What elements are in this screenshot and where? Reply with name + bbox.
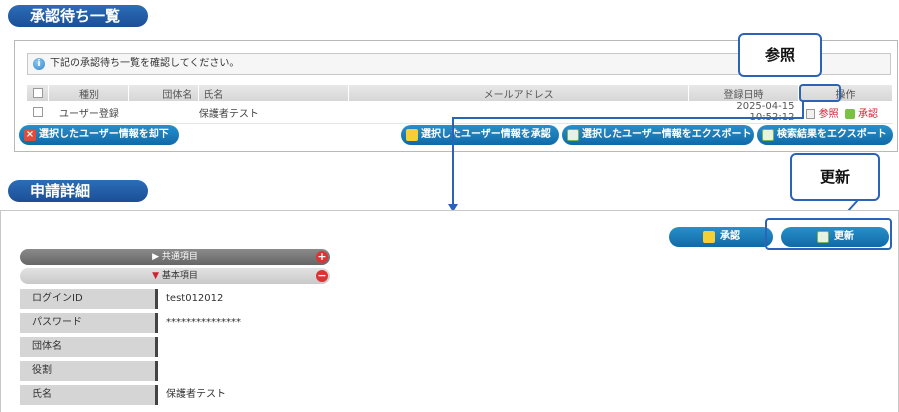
column-header-type: 種別 — [48, 85, 130, 101]
approve-selected-button[interactable]: 選択したユーザー情報を承認 — [401, 125, 559, 145]
expand-arrow-icon: ▶ — [152, 252, 162, 262]
close-icon: × — [24, 129, 36, 141]
field-value-login-id: test012012 — [166, 293, 224, 304]
approval-list-title: 承認待ち一覧 — [8, 5, 148, 27]
update-callout: 更新 — [790, 153, 880, 201]
reject-label: 選択したユーザー情報を却下 — [39, 129, 169, 140]
column-header-name: 氏名 — [198, 85, 350, 101]
collapse-icon[interactable]: − — [316, 270, 328, 282]
approval-table: 種別 団体名 氏名 メールアドレス 登録日時 操作 ユーザー登録 保護者テスト … — [27, 85, 894, 124]
row-type: ユーザー登録 — [48, 101, 129, 124]
update-highlight — [765, 218, 892, 250]
expand-icon[interactable]: + — [316, 251, 328, 263]
thumbs-up-icon — [406, 129, 418, 141]
group-common-label: 共通項目 — [161, 252, 198, 262]
reference-callout: 参照 — [738, 33, 822, 77]
field-value-password: *************** — [166, 317, 241, 328]
approve-button[interactable]: 承認 — [669, 227, 773, 247]
select-all-header — [27, 85, 50, 101]
export-icon — [762, 129, 774, 141]
field-label-login-id: ログインID — [20, 289, 158, 309]
approve-link[interactable]: 承認 — [858, 109, 878, 120]
field-label-password: パスワード — [20, 313, 158, 333]
group-basic-label: 基本項目 — [161, 271, 198, 281]
field-label-name: 氏名 — [20, 385, 158, 405]
table-row: ユーザー登録 保護者テスト 2025-04-15 10:52:12 参照 承認 — [27, 101, 893, 124]
row-group — [128, 101, 199, 124]
row-email — [348, 101, 689, 124]
row-checkbox[interactable] — [32, 106, 43, 117]
thumbs-up-icon — [703, 231, 715, 243]
info-text: 下記の承認待ち一覧を確認してください。 — [50, 58, 240, 69]
column-header-group: 団体名 — [128, 85, 200, 101]
export-icon — [567, 129, 579, 141]
export-selected-label: 選択したユーザー情報をエクスポート — [582, 129, 752, 140]
collapse-arrow-icon: ▼ — [152, 271, 162, 281]
reject-selected-button[interactable]: × 選択したユーザー情報を却下 — [19, 125, 179, 145]
approve-selected-label: 選択したユーザー情報を承認 — [421, 129, 551, 140]
group-common-items[interactable]: ▶ 共通項目 + — [20, 249, 330, 265]
export-results-button[interactable]: 検索結果をエクスポート — [757, 125, 893, 145]
thumbs-up-icon — [844, 108, 855, 119]
field-label-role: 役割 — [20, 361, 158, 381]
field-value-name: 保護者テスト — [166, 389, 226, 400]
column-header-registered: 登録日時 — [688, 85, 799, 101]
row-name: 保護者テスト — [198, 101, 349, 124]
reference-highlight — [799, 84, 841, 102]
export-results-label: 検索結果をエクスポート — [777, 129, 887, 140]
reference-link[interactable]: 参照 — [819, 109, 839, 120]
export-selected-button[interactable]: 選択したユーザー情報をエクスポート — [562, 125, 754, 145]
column-header-email: メールアドレス — [348, 85, 690, 101]
row-registered: 2025-04-15 10:52:12 — [688, 101, 799, 124]
document-icon — [806, 108, 816, 119]
field-label-group: 団体名 — [20, 337, 158, 357]
select-all-checkbox[interactable] — [32, 87, 43, 98]
info-icon: i — [33, 58, 45, 70]
group-basic-items[interactable]: ▼ 基本項目 − — [20, 268, 330, 284]
application-detail-title: 申請詳細 — [8, 180, 148, 202]
